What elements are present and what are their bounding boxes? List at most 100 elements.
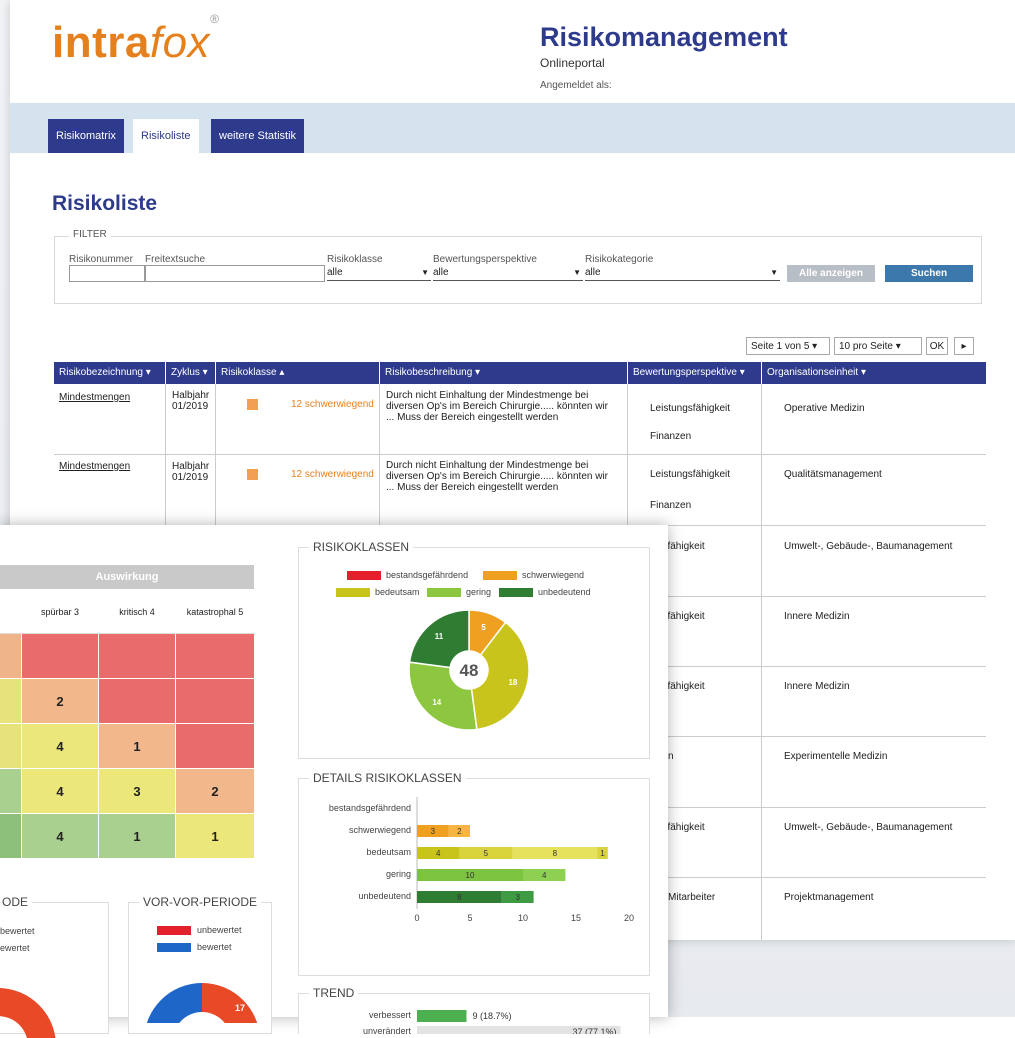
- matrix-cell[interactable]: 4: [22, 814, 98, 858]
- risk-class-label: 12 schwerwiegend: [291, 399, 374, 410]
- bar-value-label: 2: [457, 827, 462, 836]
- suchen-button[interactable]: Suchen: [885, 265, 973, 282]
- panel-title: DETAILS RISIKOKLASSEN: [309, 771, 466, 785]
- col-organisationseinheit[interactable]: Organisationseinheit ▾: [762, 362, 986, 384]
- legend-label: gering: [466, 587, 492, 597]
- perspective-cell: Finanzen: [650, 500, 692, 511]
- org-unit-cell: Umwelt-, Gebäude-, Baumanagement: [784, 822, 953, 833]
- perspective-cell: Leistungsfähigkeit: [650, 403, 731, 414]
- statistik-window: Auswirkung spürbar 3 kritisch 4 katastro…: [0, 525, 668, 1038]
- category-label: gering: [386, 869, 411, 879]
- matrix-cell[interactable]: 1: [176, 814, 254, 858]
- alle-anzeigen-button[interactable]: Alle anzeigen: [787, 265, 875, 282]
- tab-risikomatrix[interactable]: Risikomatrix: [48, 119, 124, 153]
- intrafox-logo: intrafox®: [52, 12, 220, 67]
- legend-label: bewertet: [197, 942, 232, 952]
- table-row[interactable]: Mindestmengen Halbjahr 01/2019 12 schwer…: [54, 455, 986, 526]
- freitextsuche-label: Freitextsuche: [145, 254, 206, 265]
- bar-value-label: 3: [431, 827, 436, 836]
- org-unit-cell: Operative Medizin: [784, 403, 865, 414]
- vor-vor-periode-donut: 17: [146, 983, 258, 1023]
- col-risikobezeichnung[interactable]: Risikobezeichnung ▾: [54, 362, 166, 384]
- risk-name-link[interactable]: Mindestmengen: [59, 461, 130, 472]
- org-unit-cell: Umwelt-, Gebäude-, Baumanagement: [784, 541, 953, 552]
- category-label: bestandsgefährdend: [329, 803, 411, 813]
- col-bewertungsperspektive[interactable]: Bewertungsperspektive ▾: [628, 362, 762, 384]
- panel-title: VOR-VOR-PERIODE: [139, 895, 262, 909]
- matrix-cell[interactable]: [176, 679, 254, 723]
- table-header: Risikobezeichnung ▾ Zyklus ▾ Risikoklass…: [54, 362, 986, 384]
- org-unit-cell: Experimentelle Medizin: [784, 751, 888, 762]
- category-label: verbessert: [369, 1010, 412, 1020]
- page-title: Risikoliste: [52, 192, 158, 215]
- legend-label: unbedeutend: [538, 587, 591, 597]
- legend-swatch: [336, 588, 370, 597]
- page-select[interactable]: Seite 1 von 5 ▾: [746, 337, 830, 355]
- table-row[interactable]: Mindestmengen Halbjahr 01/2019 12 schwer…: [54, 384, 986, 455]
- trend-value-label: 9 (18.7%): [473, 1011, 512, 1021]
- x-tick-label: 0: [414, 913, 419, 923]
- description-cell: Durch nicht Einhaltung der Mindestmenge …: [386, 460, 608, 493]
- main-nav: Risikomatrix Risikoliste weitere Statist…: [10, 103, 1015, 153]
- legend-label: bestandsgefährdend: [386, 570, 469, 580]
- perspective-cell: Finanzen: [650, 431, 692, 442]
- matrix-cell[interactable]: 4: [22, 769, 98, 813]
- donut-label: 18: [508, 678, 517, 687]
- x-tick-label: 15: [571, 913, 581, 923]
- vor-vor-periode-panel: VOR-VOR-PERIODE unbewertet bewertet 17: [128, 895, 272, 1034]
- matrix-cell[interactable]: [176, 724, 254, 768]
- risikonummer-label: Risikonummer: [69, 254, 133, 265]
- donut-slice-unbewertet: [202, 983, 258, 1023]
- matrix-cell[interactable]: [99, 679, 175, 723]
- trend-bar: [417, 1010, 467, 1022]
- matrix-cell[interactable]: [22, 634, 98, 678]
- filter-legend: FILTER: [69, 229, 111, 240]
- cycle-cell: Halbjahr 01/2019: [172, 390, 210, 412]
- perspective-cell: Leistungsfähigkeit: [650, 469, 731, 480]
- matrix-cell[interactable]: 2: [22, 679, 98, 723]
- legend-swatch: [347, 571, 381, 580]
- bewertungsperspektive-select[interactable]: alle ▼: [433, 265, 583, 281]
- freitextsuche-input[interactable]: [145, 265, 325, 282]
- filter-panel: FILTER Risikonummer Freitextsuche Risiko…: [54, 229, 982, 304]
- panel-title: TREND: [309, 986, 359, 1000]
- per-page-select[interactable]: 10 pro Seite ▾: [834, 337, 922, 355]
- tab-risikoliste[interactable]: Risikoliste: [133, 119, 199, 153]
- trend-bar-chart: verbessert 9 (18.7%) unverändert 37 (77.1%): [363, 1010, 621, 1034]
- matrix-header: Auswirkung: [0, 565, 254, 589]
- col-risikoklasse[interactable]: Risikoklasse ▴: [216, 362, 380, 384]
- org-unit-cell: Qualitätsmanagement: [784, 469, 882, 480]
- risikokategorie-label: Risikokategorie: [585, 254, 654, 265]
- matrix-col-label: katastrophal 5: [186, 607, 244, 617]
- legend-swatch-unbewertet: [157, 926, 191, 935]
- risikoklasse-label: Risikoklasse: [327, 254, 383, 265]
- matrix-cell[interactable]: 2: [176, 769, 254, 813]
- matrix-col-label: spürbar 3: [40, 607, 80, 617]
- donut-label: 11: [435, 632, 444, 641]
- vor-periode-donut: [0, 988, 56, 1038]
- risk-name-link[interactable]: Mindestmengen: [59, 392, 130, 403]
- tab-weitere-statistik[interactable]: weitere Statistik: [211, 119, 305, 153]
- matrix-cell[interactable]: 1: [99, 814, 175, 858]
- risikokategorie-select[interactable]: alle ▼: [585, 265, 780, 281]
- legend-label: schwerwiegend: [522, 570, 585, 580]
- col-risikobeschreibung[interactable]: Risikobeschreibung ▾: [380, 362, 628, 384]
- ok-button[interactable]: OK: [926, 337, 948, 355]
- matrix-cell[interactable]: 3: [99, 769, 175, 813]
- panel-title: RISIKOKLASSEN: [309, 540, 414, 554]
- risikoklasse-select[interactable]: alle ▼: [327, 265, 431, 281]
- app-subtitle: Onlineportal: [540, 56, 605, 70]
- matrix-cell[interactable]: 1: [99, 724, 175, 768]
- risikoklassen-donut: 5 18 14 11 48: [408, 609, 530, 731]
- legend-label: bewertet: [0, 926, 35, 936]
- donut-value: 17: [235, 1003, 245, 1013]
- risk-class-swatch: [247, 399, 258, 410]
- risikonummer-input[interactable]: [69, 265, 145, 282]
- legend-label: ewertet: [0, 943, 30, 953]
- donut-label: 5: [481, 623, 486, 632]
- matrix-cell[interactable]: 4: [22, 724, 98, 768]
- matrix-cell[interactable]: [99, 634, 175, 678]
- matrix-cell[interactable]: [176, 634, 254, 678]
- next-page-button[interactable]: ▸: [954, 337, 974, 355]
- col-zyklus[interactable]: Zyklus ▾: [166, 362, 216, 384]
